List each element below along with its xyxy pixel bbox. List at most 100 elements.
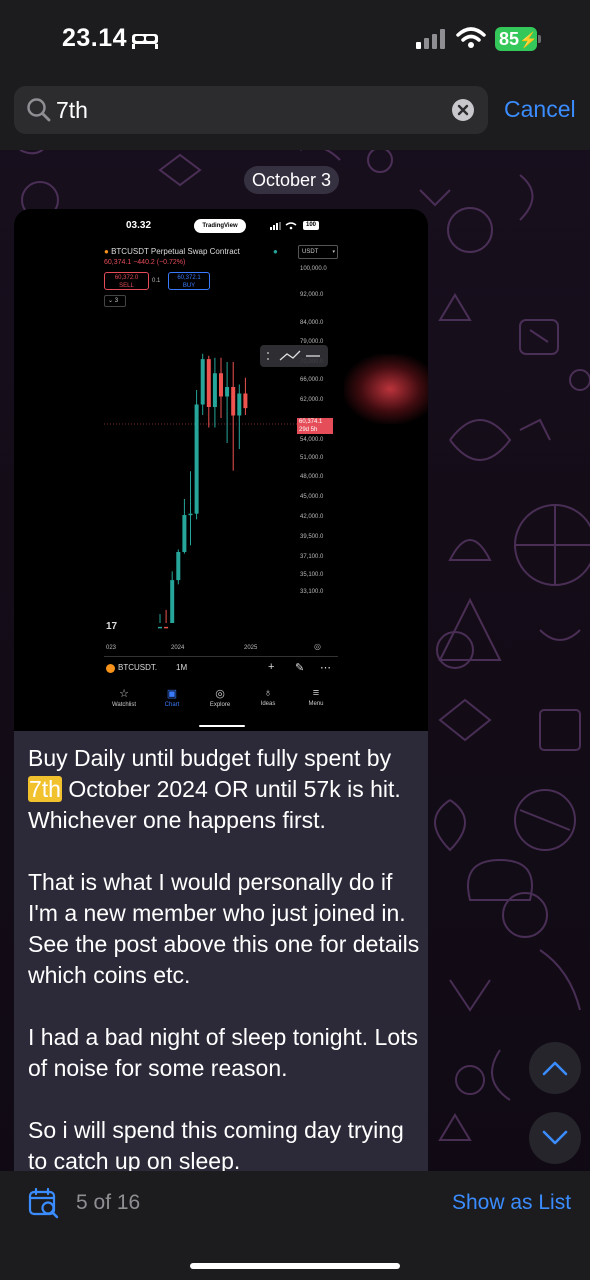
charging-bolt-icon: ⚡ [519, 32, 538, 49]
tradingview-screenshot: 03.32 TradingView 100 ● BTCUSDT Perpetua… [14, 209, 428, 731]
match-count: 5 of 16 [76, 1191, 141, 1214]
wifi-icon [456, 27, 486, 48]
chevron-down-icon [542, 1130, 568, 1145]
btc-coin-icon [106, 664, 115, 673]
date-badge: October 3 [244, 166, 340, 194]
drawing-toolbar [260, 345, 328, 367]
candle-up [200, 359, 205, 405]
y-tick-label: 92,000.0 [300, 292, 324, 298]
candle-down [219, 373, 223, 397]
pencil-icon: ✎ [295, 662, 305, 674]
x-tick-label: 2024 [171, 645, 185, 651]
y-tick-label: 48,000.0 [300, 474, 324, 480]
chart-icon: ▣ [166, 688, 178, 700]
search-icon [27, 98, 51, 122]
screenshot-nav-menu: ≡ Menu [294, 687, 338, 707]
cancel-button[interactable]: Cancel [504, 96, 576, 123]
candle-up [237, 393, 242, 416]
battery-tip [538, 35, 541, 43]
x-tick-label: 023 [106, 645, 117, 651]
y-tick-label: 66,000.0 [300, 377, 324, 383]
drawing-tools-icon [267, 350, 320, 361]
screenshot-home-indicator [199, 725, 245, 727]
nav-label: Chart [164, 702, 180, 708]
show-as-list-button[interactable]: Show as List [452, 1191, 571, 1215]
chart-divider [104, 656, 338, 657]
y-tick-label: 37,100.0 [300, 554, 324, 560]
add-plus-icon: + [268, 661, 275, 673]
message-paragraph-2: That is what I would personally do if I'… [28, 869, 420, 988]
candle-up [170, 580, 175, 623]
battery-indicator: 85⚡ [495, 27, 538, 51]
y-tick-label: 39,500.0 [300, 534, 324, 540]
candle-up [194, 404, 199, 514]
calendar-search-icon[interactable] [28, 1187, 60, 1219]
message-paragraph-4: So i will spend this coming day trying t… [28, 1117, 404, 1174]
candle-up [158, 626, 162, 629]
screenshot-nav-ideas: ♁ Ideas [246, 687, 290, 707]
y-tick-label: 42,000.0 [300, 514, 324, 520]
tradingview-logo: 17 [106, 621, 118, 632]
y-tick-label: 33,100.0 [300, 589, 324, 595]
search-match-highlight: 7th [28, 776, 62, 802]
nav-label: Menu [308, 701, 324, 707]
home-indicator [190, 1263, 400, 1269]
y-tick-label: 51,000.0 [300, 455, 324, 461]
message-text-before-match: Buy Daily until budget fully spent by [28, 745, 392, 771]
more-dots-icon: ⋯ [320, 662, 331, 674]
menu-icon: ≡ [312, 687, 320, 699]
message-text: Buy Daily until budget fully spent by 7t… [28, 743, 420, 1189]
bulb-icon: ♁ [263, 687, 273, 699]
candle-up [225, 387, 230, 397]
message-bubble[interactable]: 03.32 TradingView 100 ● BTCUSDT Perpetua… [14, 209, 428, 1189]
candle-up [182, 515, 187, 552]
y-tick-label: 54,000.0 [300, 437, 324, 443]
nav-label: Ideas [260, 701, 276, 707]
message-photo[interactable]: 03.32 TradingView 100 ● BTCUSDT Perpetua… [14, 209, 428, 731]
price-tag-countdown: 29d 5h [299, 427, 318, 433]
message-paragraph-3: I had a bad night of sleep tonight. Lots… [28, 1024, 419, 1081]
x-tick-label: 2025 [244, 645, 258, 651]
candlestick-chart [104, 353, 297, 629]
candle-up [212, 373, 217, 407]
screenshot-nav-explore: ◎ Explore [198, 687, 242, 708]
message-text-after-match: October 2024 OR until 57k is hit. Whiche… [28, 776, 401, 833]
search-header: Cancel [0, 80, 590, 150]
price-tag-value: 60,374.1 [299, 419, 323, 425]
status-bar: 23.14 85⚡ [0, 0, 590, 80]
settings-circle-icon: ◎ [314, 642, 321, 651]
cellular-signal-icon [416, 29, 445, 49]
nav-label: Explore [209, 702, 231, 708]
previous-result-button[interactable] [529, 1042, 581, 1094]
next-result-button[interactable] [529, 1112, 581, 1164]
candle-up [176, 552, 181, 581]
y-tick-label: 84,000.0 [300, 320, 324, 326]
y-tick-label: 35,100.0 [300, 572, 324, 578]
candle-down [243, 393, 248, 409]
clear-search-icon[interactable] [452, 99, 474, 121]
screenshot-nav-watchlist: ☆ Watchlist [102, 687, 146, 708]
candle-up [188, 513, 193, 516]
y-tick-label: 100,000.0 [300, 266, 327, 272]
status-time: 23.14 [62, 24, 128, 52]
red-blur-overlay [344, 354, 428, 424]
sleep-bed-icon [132, 34, 158, 49]
message-paragraph-1: Buy Daily until budget fully spent by 7t… [28, 743, 420, 836]
nav-label: Watchlist [111, 702, 137, 708]
candle-down [231, 387, 236, 416]
compass-icon: ◎ [215, 688, 225, 700]
screenshot-timeframe: 1M [176, 663, 188, 672]
search-results-bar: 5 of 16 Show as List [0, 1171, 590, 1280]
screenshot-ticker: BTCUSDT. [118, 663, 158, 672]
screenshot-nav-chart: ▣ Chart [150, 687, 194, 708]
search-input[interactable] [56, 86, 446, 134]
chevron-up-icon [542, 1061, 568, 1076]
battery-level: 85 [499, 29, 520, 49]
candle-down [164, 626, 169, 629]
y-tick-label: 45,000.0 [300, 494, 324, 500]
search-box[interactable] [14, 86, 488, 134]
current-price-tag: 60,374.1 29d 5h [297, 418, 333, 434]
y-tick-label: 62,000.0 [300, 397, 324, 403]
candle-down [206, 359, 211, 407]
star-icon: ☆ [119, 688, 129, 700]
